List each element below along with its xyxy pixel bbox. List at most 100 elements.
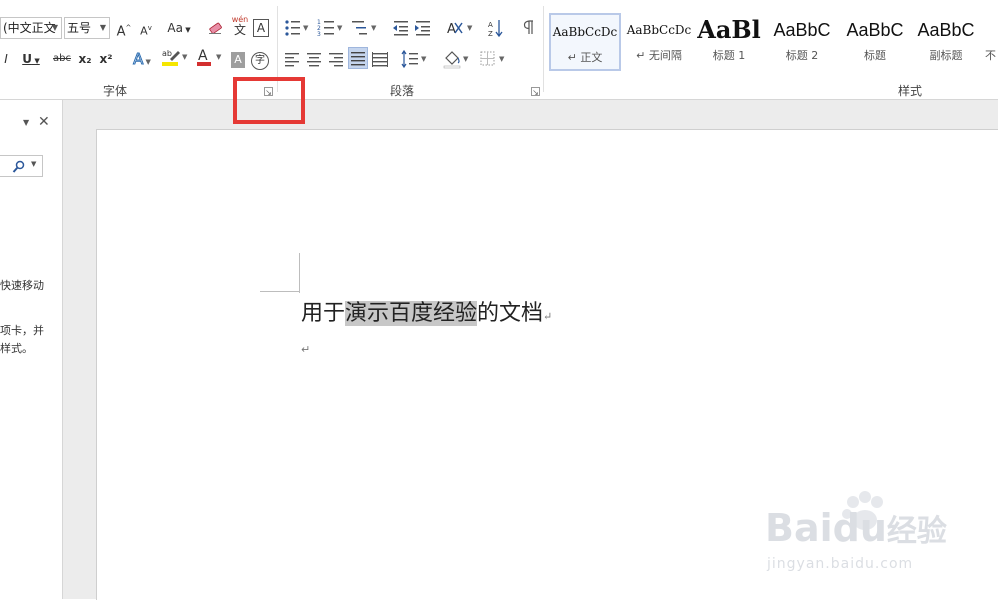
style-name: ↵ 无间隔 xyxy=(636,49,682,62)
italic-button[interactable]: I xyxy=(0,48,12,70)
phonetic-guide-button[interactable]: wén 文 xyxy=(230,14,250,36)
chinese-layout-button[interactable]: A ▼ xyxy=(446,17,476,39)
nav-hint-line-2: 项卡，并 xyxy=(0,324,44,337)
align-left-button[interactable] xyxy=(283,48,301,70)
eraser-icon xyxy=(209,22,222,34)
font-name-value: (中文正文 xyxy=(3,21,56,35)
baidu-watermark: Baidu经验 jingyan.baidu.com xyxy=(765,490,965,580)
grow-font-button[interactable]: A^ xyxy=(116,17,132,39)
svg-text:ab: ab xyxy=(162,49,172,58)
bullets-button[interactable]: ▼ xyxy=(283,17,311,39)
change-case-button[interactable]: Aa ▼ xyxy=(164,17,194,39)
font-size-value: 五号 xyxy=(67,21,92,35)
paragraph-group-label: 段落 xyxy=(389,84,414,98)
style-more[interactable]: 不 xyxy=(983,13,998,69)
highlighter-icon: ab ▼ xyxy=(162,49,188,66)
svg-text:▼: ▼ xyxy=(463,55,469,63)
chevron-down-icon[interactable]: ▼ xyxy=(52,18,58,38)
svg-text:▼: ▼ xyxy=(303,24,309,32)
align-center-button[interactable] xyxy=(305,48,323,70)
superscript-button[interactable]: x² xyxy=(97,48,115,70)
font-color-button[interactable]: A ▼ xyxy=(195,46,225,68)
text-effects-button[interactable]: A ▼ xyxy=(128,48,156,70)
document-paragraph[interactable]: 用于演示百度经验的文档↵ xyxy=(301,295,552,327)
phonetic-char: 文 xyxy=(233,23,246,37)
svg-text:▼: ▼ xyxy=(337,24,343,32)
change-case-glyph: Aa xyxy=(167,21,183,35)
style-sample: AaBbC xyxy=(917,20,975,40)
multilevel-list-icon: ▼ xyxy=(352,21,377,35)
style-name: 标题 1 xyxy=(712,49,746,62)
strikethrough-button[interactable]: abc xyxy=(50,48,74,70)
style-heading-2[interactable]: AaBbC 标题 2 xyxy=(767,13,837,69)
align-right-button[interactable] xyxy=(327,48,345,70)
paragraph-mark: ↵ xyxy=(543,310,553,323)
font-name-combo[interactable]: (中文正文 ▼ xyxy=(0,17,62,39)
watermark-url: jingyan.baidu.com xyxy=(767,556,914,572)
strikethrough-glyph: abc xyxy=(53,53,71,64)
chevron-down-icon[interactable]: ▼ xyxy=(100,18,106,38)
outdent-icon xyxy=(393,21,408,36)
line-spacing-button[interactable]: ▼ xyxy=(400,48,430,70)
close-icon[interactable]: ✕ xyxy=(38,114,50,130)
highlight-button[interactable]: ab ▼ xyxy=(160,46,190,68)
svg-text:A: A xyxy=(488,21,493,29)
margin-corner-mark xyxy=(260,291,300,292)
ribbon: (中文正文 ▼ 五号 ▼ A^ Av Aa ▼ wén 文 A I U ▼ ab… xyxy=(0,0,998,100)
align-center-icon xyxy=(307,53,321,67)
sort-button[interactable]: AZ xyxy=(487,17,505,39)
subscript-button[interactable]: x₂ xyxy=(76,48,94,70)
annotation-highlight-box xyxy=(233,77,305,124)
nav-search-box[interactable]: ▼ xyxy=(0,155,43,177)
distributed-align-button[interactable] xyxy=(371,48,389,70)
justify-button[interactable] xyxy=(348,47,368,69)
style-subtitle[interactable]: AaBbC 副标题 xyxy=(911,13,981,69)
char-border-glyph: A xyxy=(253,19,269,37)
align-right-icon xyxy=(329,53,343,67)
style-sample: AaBbCcDc xyxy=(552,25,618,39)
shading-button[interactable]: ▼ xyxy=(442,48,472,70)
superscript-glyph: x² xyxy=(99,52,113,66)
paint-bucket-icon: ▼ xyxy=(443,51,469,69)
text-effects-glyph: A xyxy=(133,50,144,69)
watermark-brand: Baidu xyxy=(765,506,887,550)
show-marks-button[interactable] xyxy=(520,17,536,39)
svg-text:A: A xyxy=(447,22,456,37)
increase-indent-button[interactable] xyxy=(414,17,432,39)
style-name: 标题 xyxy=(864,49,886,62)
style-no-spacing[interactable]: AaBbCcDc ↵ 无间隔 xyxy=(625,13,693,69)
pane-options-icon[interactable]: ▼ xyxy=(23,118,29,127)
font-size-combo[interactable]: 五号 ▼ xyxy=(64,17,110,39)
char-border-button[interactable]: A xyxy=(252,17,270,39)
shrink-font-glyph: A xyxy=(140,24,148,38)
decrease-indent-button[interactable] xyxy=(392,17,410,39)
borders-button[interactable]: ▼ xyxy=(478,48,508,70)
nav-hint-line-1: 快速移动 xyxy=(0,279,44,292)
search-icon[interactable] xyxy=(12,160,26,174)
nav-hint-line-3: 样式。 xyxy=(0,342,33,355)
borders-icon: ▼ xyxy=(480,51,505,66)
shrink-font-button[interactable]: Av xyxy=(138,17,154,39)
margin-corner-mark xyxy=(299,253,300,293)
paragraph-dialog-launcher-icon[interactable]: ↘ xyxy=(531,87,540,97)
distributed-align-icon xyxy=(372,52,388,67)
style-heading-1[interactable]: AaBl 标题 1 xyxy=(697,13,761,69)
group-divider xyxy=(543,6,544,92)
numbering-button[interactable]: 1 2 3 ▼ xyxy=(316,17,346,39)
svg-text:▼: ▼ xyxy=(499,55,505,63)
svg-text:▼: ▼ xyxy=(216,53,222,61)
underline-button[interactable]: U ▼ xyxy=(18,48,44,70)
char-shading-button[interactable]: A xyxy=(230,48,246,70)
pilcrow-icon xyxy=(523,20,533,34)
align-left-icon xyxy=(285,53,299,67)
style-name: 副标题 xyxy=(929,49,963,62)
watermark-brand-cn: 经验 xyxy=(886,514,947,549)
enclose-char-button[interactable]: 字 xyxy=(250,48,270,70)
style-normal[interactable]: AaBbCcDc ↵ 正文 xyxy=(549,13,621,71)
selected-text[interactable]: 演示百度经验 xyxy=(345,301,478,326)
style-title[interactable]: AaBbC 标题 xyxy=(841,13,909,69)
clear-format-button[interactable] xyxy=(205,17,227,39)
multilevel-list-button[interactable]: ▼ xyxy=(350,17,380,39)
chevron-down-icon[interactable]: ▼ xyxy=(31,160,36,168)
indent-icon xyxy=(415,21,430,36)
